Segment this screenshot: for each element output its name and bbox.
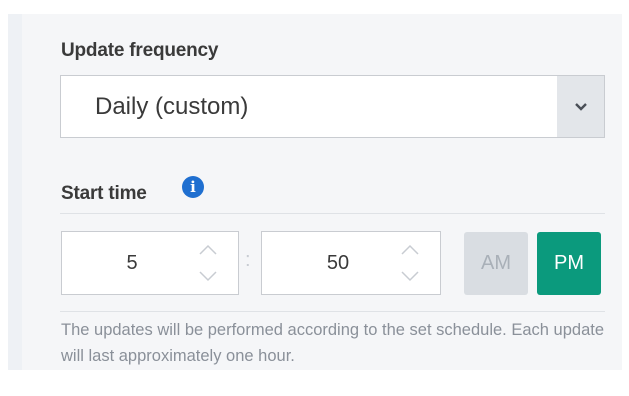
- hours-value: 5: [126, 252, 138, 274]
- chevron-up-icon: [199, 244, 217, 255]
- chevron-down-icon: [199, 271, 217, 282]
- update-settings-page: Update frequency Daily (custom) Start ti…: [0, 0, 629, 396]
- info-icon[interactable]: i: [182, 176, 204, 198]
- pm-button[interactable]: PM: [537, 232, 601, 295]
- help-text: The updates will be performed according …: [61, 321, 605, 365]
- update-frequency-value: Daily (custom): [95, 93, 249, 120]
- time-separator: :: [245, 249, 251, 271]
- left-strip: [8, 14, 22, 370]
- divider: [60, 311, 605, 312]
- hours-stepper[interactable]: 5: [61, 231, 239, 295]
- chevron-down-icon: [574, 102, 587, 111]
- minutes-stepper[interactable]: 50: [261, 231, 441, 295]
- minutes-value: 50: [326, 252, 350, 274]
- start-time-label: Start time: [61, 183, 147, 204]
- hours-arrows[interactable]: [196, 238, 220, 288]
- am-button[interactable]: AM: [464, 232, 528, 295]
- update-frequency-label: Update frequency: [61, 40, 219, 61]
- dropdown-toggle[interactable]: [557, 76, 604, 137]
- chevron-up-icon: [401, 244, 419, 255]
- update-frequency-select[interactable]: Daily (custom): [60, 75, 605, 138]
- divider: [60, 213, 605, 214]
- minutes-arrows[interactable]: [398, 238, 422, 288]
- chevron-down-icon: [401, 271, 419, 282]
